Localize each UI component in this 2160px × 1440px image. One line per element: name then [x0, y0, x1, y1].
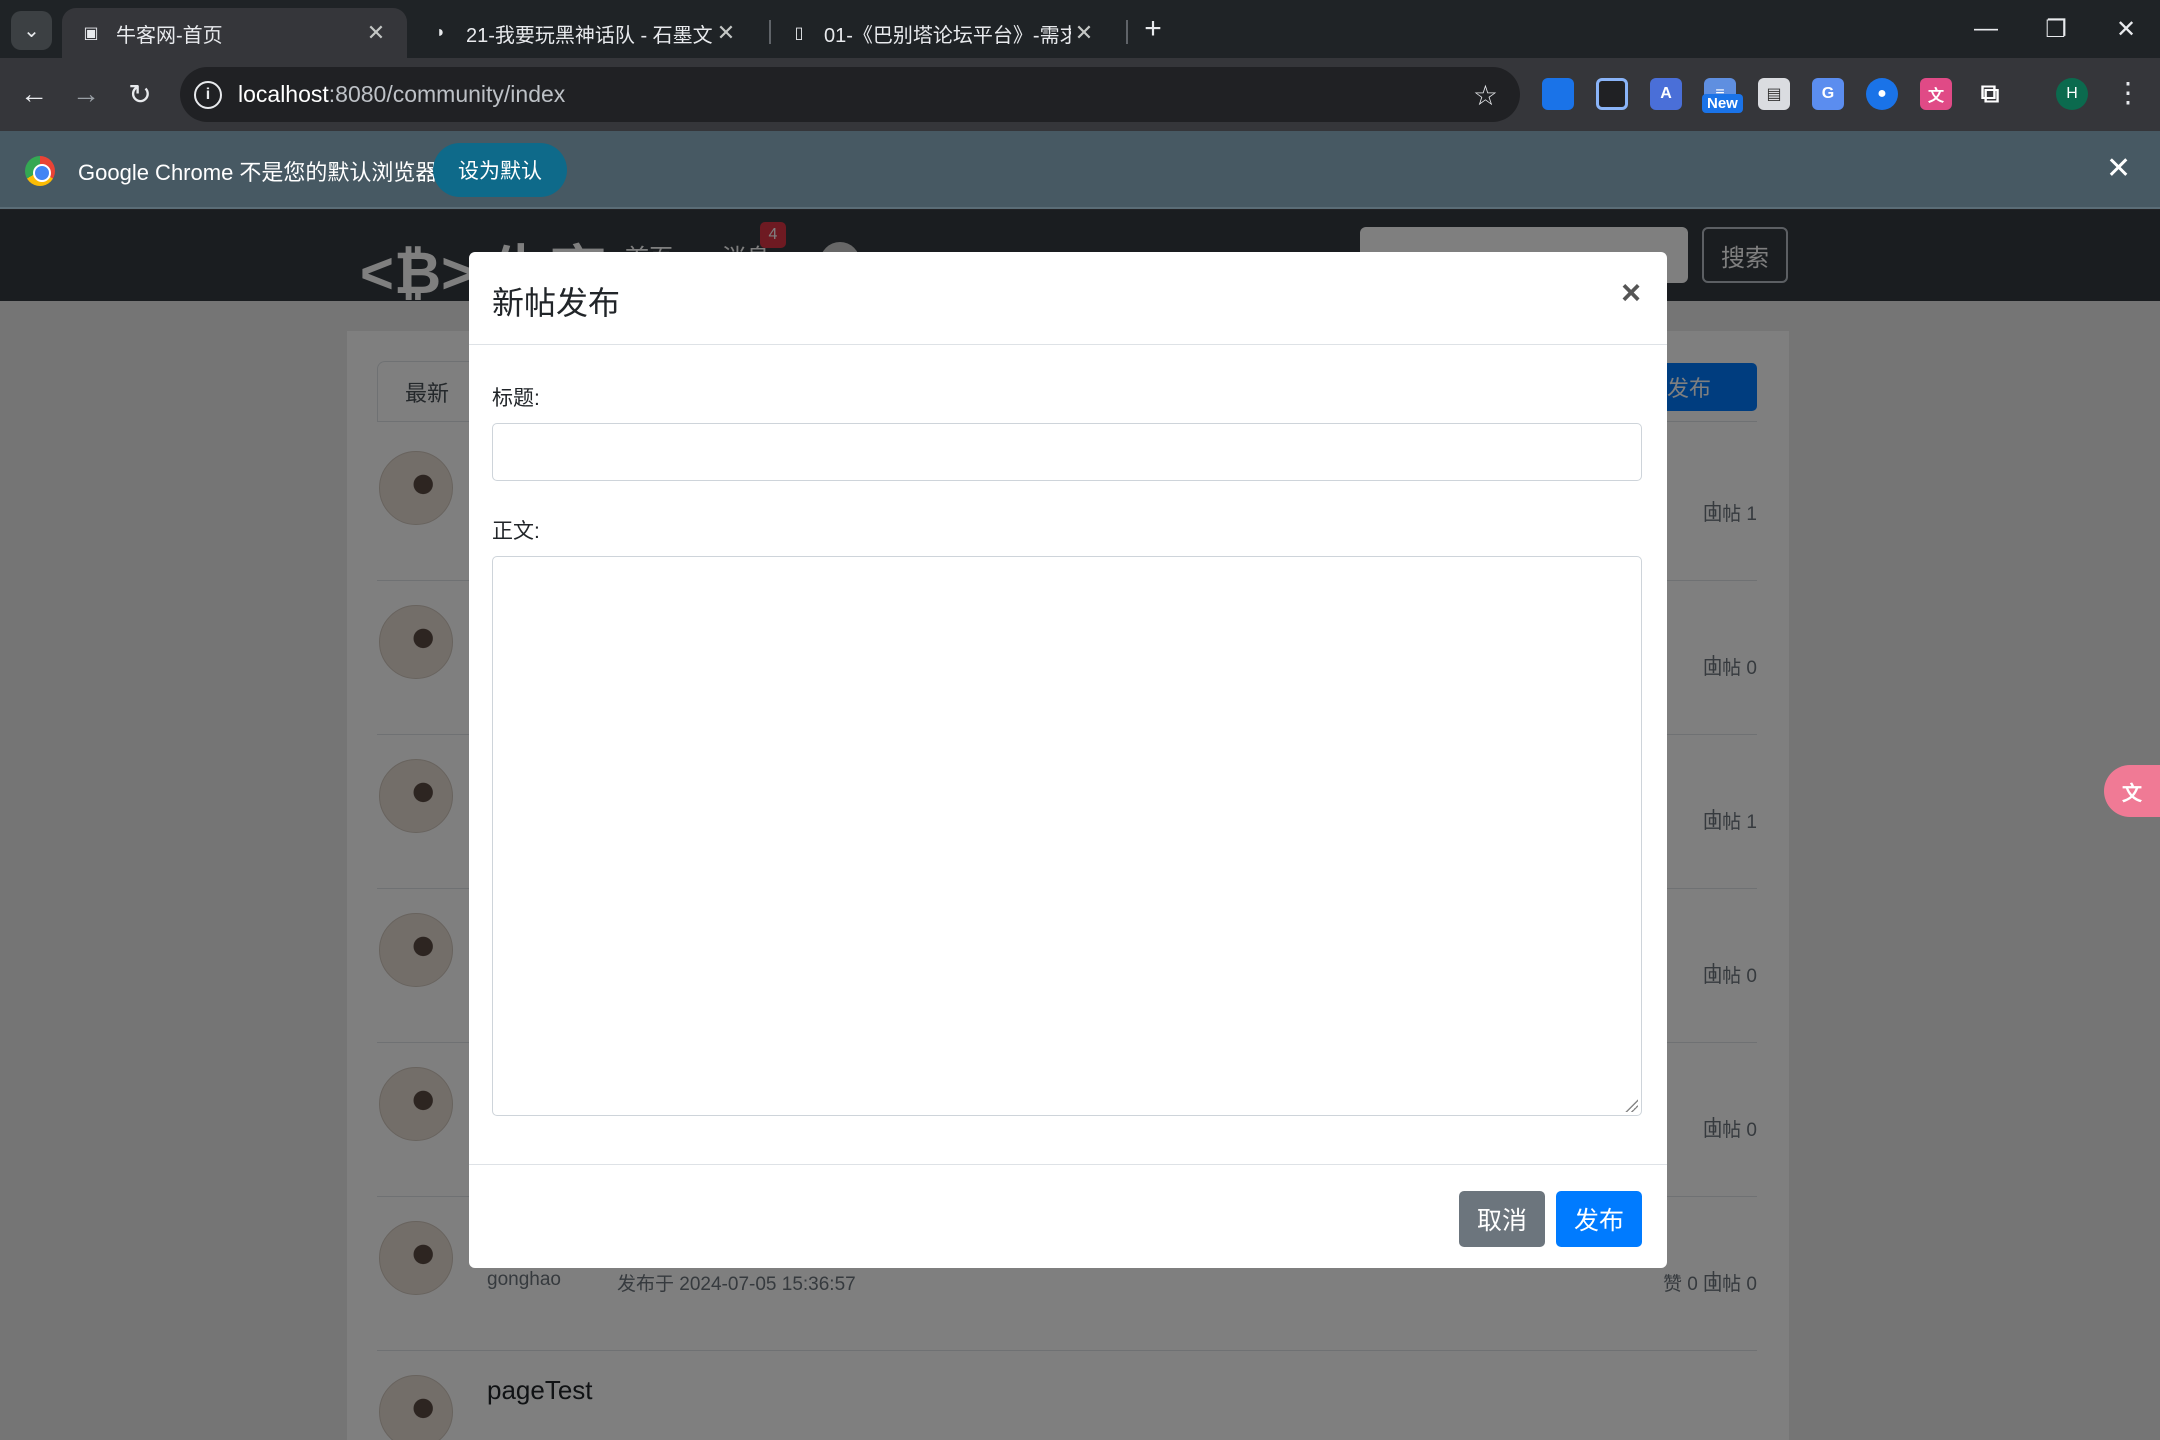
modal-footer: 取消 发布	[469, 1164, 1667, 1268]
translate-icon[interactable]: 文	[2104, 765, 2160, 817]
chrome-logo-icon	[25, 156, 55, 186]
tab-separator	[1126, 20, 1128, 44]
submit-button[interactable]: 发布	[1556, 1191, 1642, 1247]
tab-close-icon[interactable]: ✕	[713, 20, 739, 46]
address-url: localhost:8080/community/index	[238, 81, 566, 107]
google-translate-icon[interactable]: G	[1812, 78, 1844, 110]
translate-extension-icon[interactable]: 文	[1920, 78, 1952, 110]
circle-extension-icon[interactable]: ●	[1866, 78, 1898, 110]
close-icon[interactable]: ×	[1621, 274, 1641, 313]
infobar-close-icon[interactable]: ✕	[2106, 151, 2131, 186]
modal-title: 新帖发布	[492, 285, 621, 321]
extension-icon[interactable]	[1542, 78, 1574, 110]
site-favicon-icon: ▣	[83, 25, 99, 42]
tab-title: 01-《巴别塔论坛平台》-需求说	[824, 24, 1071, 47]
browser-tab-strip: ⌄ ▣ 牛客网-首页 ✕ ◗ 21-我要玩黑神话队 - 石墨文档 ✕ ▯ 01-…	[0, 0, 2160, 58]
resize-handle-icon[interactable]	[1624, 1098, 1638, 1112]
extension-new-badge: New	[1702, 94, 1743, 113]
default-browser-infobar: Google Chrome 不是您的默认浏览器 设为默认 ✕	[0, 131, 2160, 209]
title-label: 标题:	[492, 387, 540, 410]
font-extension-icon[interactable]: A	[1650, 78, 1682, 110]
set-default-button[interactable]: 设为默认	[433, 143, 567, 197]
browser-tab-active[interactable]: ▣ 牛客网-首页 ✕	[62, 8, 407, 58]
back-icon[interactable]: ←	[14, 74, 54, 114]
tab-close-icon[interactable]: ✕	[1071, 20, 1097, 46]
cancel-button[interactable]: 取消	[1459, 1191, 1545, 1247]
restore-icon[interactable]: ❐	[2026, 6, 2086, 52]
address-bar[interactable]: i localhost:8080/community/index ☆	[180, 67, 1520, 122]
profile-avatar[interactable]: H	[2056, 78, 2088, 110]
kebab-icon[interactable]: ⋮	[2114, 76, 2142, 109]
picture-in-picture-icon[interactable]	[1596, 78, 1628, 110]
new-tab-button[interactable]: +	[1136, 12, 1170, 46]
content-label: 正文:	[492, 520, 540, 543]
new-post-modal: 新帖发布 × 标题: 正文: 取消 发布	[469, 252, 1667, 1268]
browser-toolbar: ← → ↻ i localhost:8080/community/index ☆…	[0, 58, 2160, 131]
shimo-favicon-icon: ◗	[436, 24, 446, 41]
infobar-message: Google Chrome 不是您的默认浏览器	[78, 160, 438, 185]
site-info-icon[interactable]: i	[194, 80, 222, 109]
reload-icon[interactable]: ↻	[120, 74, 160, 114]
star-icon[interactable]: ☆	[1473, 79, 1498, 112]
tab-title: 21-我要玩黑神话队 - 石墨文档	[466, 24, 713, 47]
document-favicon-icon: ▯	[794, 25, 804, 42]
browser-tab[interactable]: ◗ 21-我要玩黑神话队 - 石墨文档 ✕	[412, 8, 757, 58]
forward-icon[interactable]: →	[66, 74, 106, 114]
modal-header: 新帖发布 ×	[469, 252, 1667, 345]
minimize-icon[interactable]: —	[1956, 6, 2016, 52]
document-extension-icon[interactable]: ▤	[1758, 78, 1790, 110]
tab-search-button[interactable]: ⌄	[11, 11, 52, 50]
tab-close-icon[interactable]: ✕	[363, 20, 389, 46]
browser-tab[interactable]: ▯ 01-《巴别塔论坛平台》-需求说 ✕	[770, 8, 1115, 58]
chevron-down-icon: ⌄	[23, 20, 40, 42]
window-close-icon[interactable]: ✕	[2096, 6, 2156, 52]
title-input[interactable]	[492, 423, 1642, 481]
content-textarea[interactable]	[492, 556, 1642, 1116]
puzzle-icon[interactable]: ⧉	[1974, 78, 2006, 110]
tab-title: 牛客网-首页	[116, 24, 223, 47]
